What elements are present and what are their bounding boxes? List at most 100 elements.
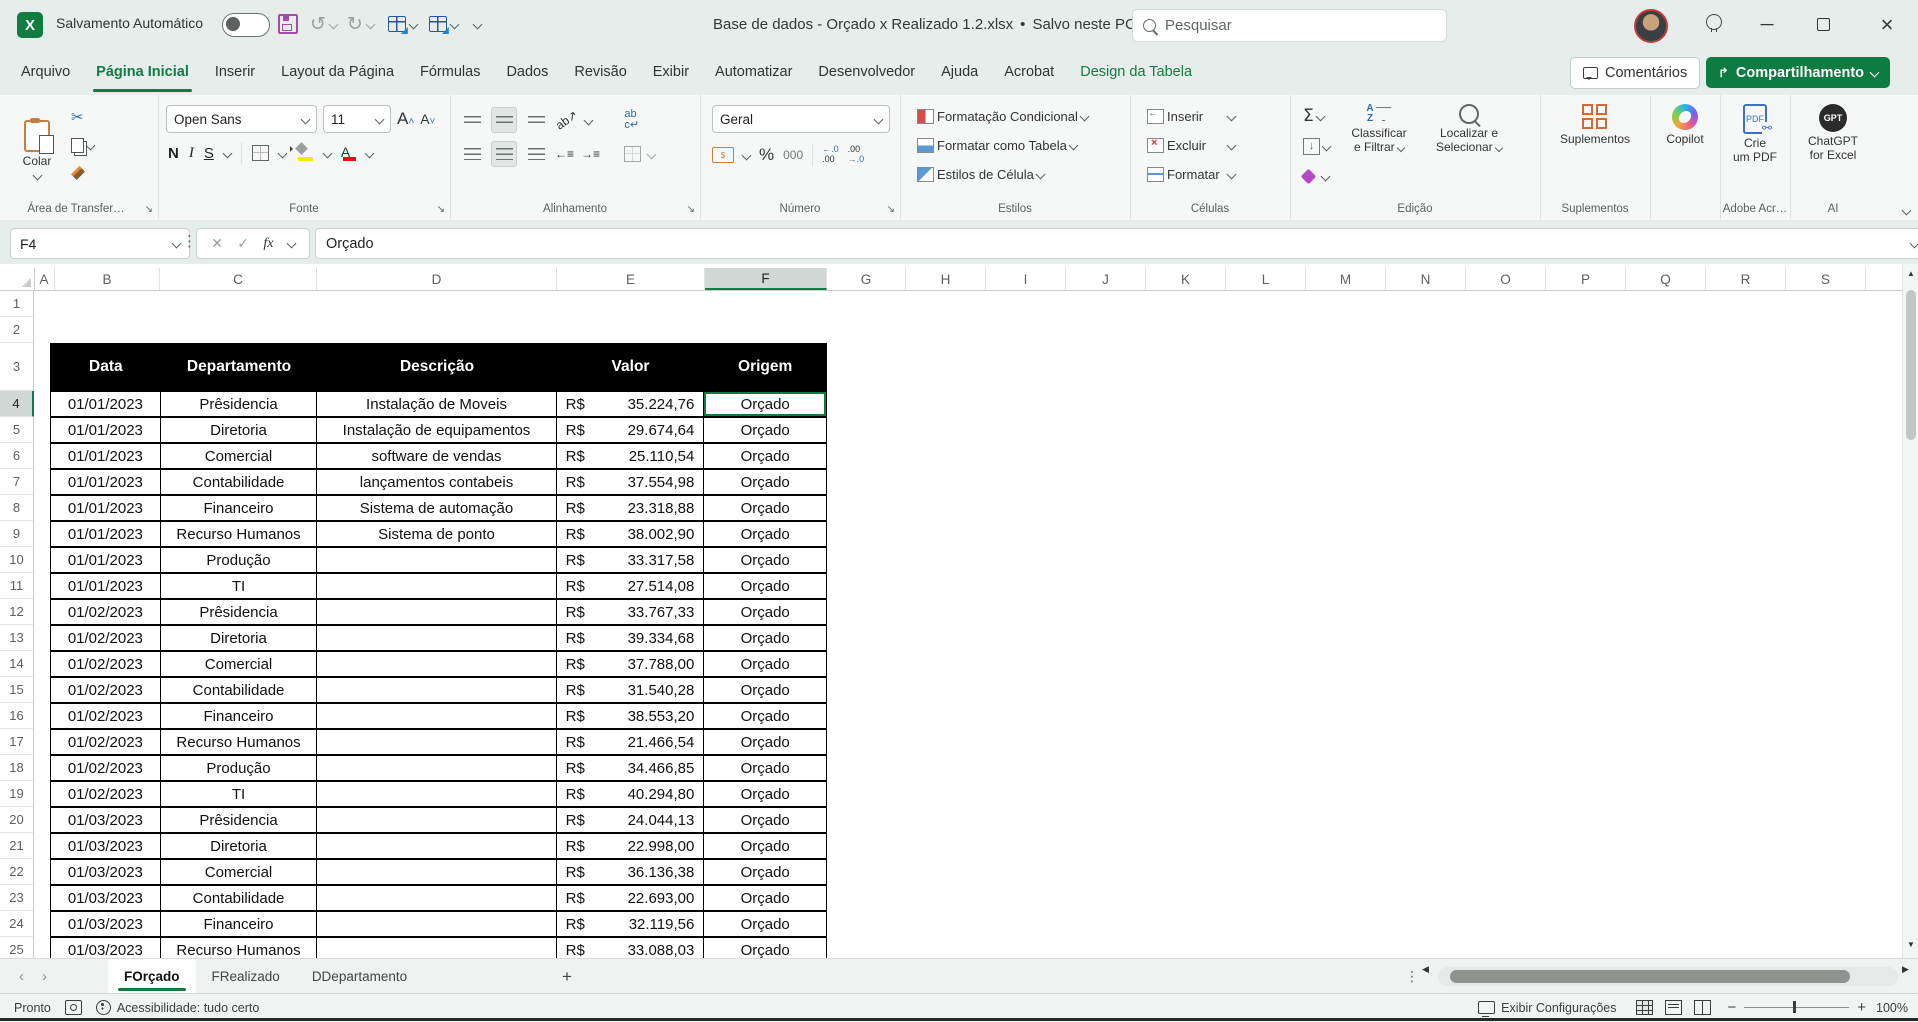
table-tool-icon[interactable] bbox=[388, 16, 406, 32]
clipboard-dialog-launcher[interactable]: ↘ bbox=[145, 204, 153, 215]
table-cell[interactable] bbox=[317, 626, 556, 650]
sheet-tab-frealizado[interactable]: FRealizado bbox=[196, 959, 296, 994]
row-header-11[interactable]: 11 bbox=[0, 573, 34, 599]
table-cell[interactable]: Instalação de Moveis bbox=[317, 392, 556, 416]
horizontal-scroll-thumb[interactable] bbox=[1450, 970, 1850, 983]
close-button[interactable]: × bbox=[1864, 0, 1910, 49]
table-cell[interactable]: Orçado bbox=[704, 808, 826, 832]
table-cell[interactable]: Orçado bbox=[704, 444, 826, 468]
table-cell[interactable]: 01/03/2023 bbox=[51, 834, 161, 858]
formula-input[interactable]: Orçado bbox=[315, 228, 1918, 259]
table-cell[interactable]: 01/02/2023 bbox=[51, 626, 161, 650]
table-cell[interactable]: Orçado bbox=[704, 496, 826, 520]
share-button[interactable]: ↱ Compartilhamento bbox=[1706, 57, 1890, 88]
table-cell[interactable]: R$27.514,08 bbox=[557, 574, 705, 598]
table-cell[interactable] bbox=[317, 808, 556, 832]
table-cell[interactable] bbox=[317, 574, 556, 598]
table-cell[interactable]: Sistema de ponto bbox=[317, 522, 556, 546]
minimize-button[interactable]: ─ bbox=[1744, 0, 1790, 49]
table-cell[interactable]: Financeiro bbox=[161, 704, 318, 728]
table-tool2-chevron-icon[interactable] bbox=[449, 19, 459, 29]
row-header-15[interactable]: 15 bbox=[0, 677, 34, 703]
table-cell[interactable]: Orçado bbox=[704, 704, 826, 728]
table-cell[interactable]: Orçado bbox=[704, 886, 826, 910]
sheet-nav-prev-icon[interactable]: ‹ bbox=[10, 968, 33, 985]
vertical-scroll-thumb[interactable] bbox=[1906, 290, 1916, 440]
select-all-corner[interactable] bbox=[0, 268, 35, 290]
excel-logo-icon[interactable]: X bbox=[17, 12, 43, 38]
table-cell[interactable]: 01/03/2023 bbox=[51, 886, 161, 910]
zoom-in-button[interactable]: + bbox=[1857, 999, 1866, 1016]
decrease-decimal-button[interactable]: .00→.0 bbox=[848, 145, 865, 165]
table-cell[interactable] bbox=[317, 860, 556, 884]
table-cell[interactable] bbox=[317, 730, 556, 754]
align-right-button[interactable] bbox=[524, 142, 548, 166]
table-cell[interactable]: 01/02/2023 bbox=[51, 782, 161, 806]
table-cell[interactable]: 01/01/2023 bbox=[51, 522, 161, 546]
copy-button[interactable] bbox=[68, 133, 97, 157]
accessibility-status[interactable]: Acessibilidade: tudo certo bbox=[96, 1000, 259, 1015]
align-top-button[interactable] bbox=[460, 108, 484, 132]
hscroll-left-icon[interactable]: ◀ bbox=[1422, 964, 1429, 975]
italic-button[interactable]: I bbox=[189, 145, 194, 162]
table-cell[interactable]: 01/01/2023 bbox=[51, 574, 161, 598]
copilot-button[interactable]: Copilot bbox=[1650, 95, 1720, 147]
autosave-toggle[interactable] bbox=[222, 13, 270, 37]
zoom-slider[interactable] bbox=[1744, 1007, 1849, 1009]
table-cell[interactable] bbox=[317, 938, 556, 958]
table-cell[interactable]: Orçado bbox=[704, 574, 826, 598]
row-header-23[interactable]: 23 bbox=[0, 885, 34, 911]
table-cell[interactable]: Financeiro bbox=[161, 496, 318, 520]
table-cell[interactable]: 01/01/2023 bbox=[51, 496, 161, 520]
column-header-K[interactable]: K bbox=[1146, 268, 1226, 290]
table-cell[interactable]: Produção bbox=[161, 548, 318, 572]
table-cell[interactable]: R$21.466,54 bbox=[557, 730, 705, 754]
ribbon-tab-exibir[interactable]: Exibir bbox=[640, 49, 702, 95]
table-cell[interactable]: Orçado bbox=[704, 782, 826, 806]
table-cell[interactable] bbox=[317, 782, 556, 806]
table-cell[interactable]: Orçado bbox=[704, 730, 826, 754]
table-cell[interactable]: Recurso Humanos bbox=[161, 522, 318, 546]
table-cell[interactable]: Contabilidade bbox=[161, 886, 318, 910]
zoom-level[interactable]: 100% bbox=[1876, 1001, 1908, 1015]
table-cell[interactable]: R$22.693,00 bbox=[557, 886, 705, 910]
table-cell[interactable]: Prêsidencia bbox=[161, 392, 318, 416]
column-header-E[interactable]: E bbox=[557, 268, 705, 290]
delete-cells-button[interactable]: Excluir bbox=[1144, 133, 1290, 157]
new-sheet-button[interactable]: + bbox=[555, 965, 579, 989]
table-cell[interactable]: R$38.002,90 bbox=[557, 522, 705, 546]
undo-chevron-icon[interactable] bbox=[328, 19, 338, 29]
table-cell[interactable]: Sistema de automação bbox=[317, 496, 556, 520]
restore-button[interactable] bbox=[1800, 0, 1846, 49]
horizontal-scrollbar[interactable] bbox=[1438, 967, 1898, 986]
table-cell[interactable]: Diretoria bbox=[161, 626, 318, 650]
table-cell[interactable]: Orçado bbox=[704, 912, 826, 936]
cut-button[interactable]: ✂ bbox=[68, 105, 97, 129]
column-header-N[interactable]: N bbox=[1386, 268, 1466, 290]
ribbon-tab-ajuda[interactable]: Ajuda bbox=[928, 49, 991, 95]
sort-filter-button[interactable]: AZ Classificare Filtrar bbox=[1335, 95, 1423, 155]
tab-scroll-grip[interactable]: ⋮ bbox=[1405, 968, 1419, 985]
ribbon-tab-inserir[interactable]: Inserir bbox=[202, 49, 268, 95]
table-cell[interactable]: 01/02/2023 bbox=[51, 678, 161, 702]
borders-chevron-icon[interactable] bbox=[277, 148, 287, 158]
table-cell[interactable]: 01/03/2023 bbox=[51, 938, 161, 958]
font-name-select[interactable]: Open Sans bbox=[166, 105, 317, 133]
table-cell[interactable]: R$33.088,03 bbox=[557, 938, 705, 958]
sheet-tab-ddepartamento[interactable]: DDepartamento bbox=[296, 959, 423, 994]
view-normal-button[interactable] bbox=[1636, 1000, 1653, 1015]
table-cell[interactable]: Prêsidencia bbox=[161, 808, 318, 832]
accounting-format-button[interactable]: $ bbox=[712, 147, 734, 163]
table-tool-chevron-icon[interactable] bbox=[408, 19, 418, 29]
table-cell[interactable]: 01/03/2023 bbox=[51, 860, 161, 884]
table-cell[interactable]: R$33.767,33 bbox=[557, 600, 705, 624]
decrease-indent-button[interactable]: ←≡ bbox=[555, 147, 574, 161]
table-cell[interactable]: Orçado bbox=[704, 522, 826, 546]
table-cell[interactable]: R$25.110,54 bbox=[557, 444, 705, 468]
table-cell[interactable]: R$33.317,58 bbox=[557, 548, 705, 572]
table-cell[interactable]: software de vendas bbox=[317, 444, 556, 468]
zoom-slider-thumb[interactable] bbox=[1793, 1001, 1796, 1013]
table-cell[interactable]: R$24.044,13 bbox=[557, 808, 705, 832]
font-color-button[interactable]: A bbox=[341, 144, 356, 162]
addins-button[interactable]: Suplementos bbox=[1540, 95, 1650, 147]
